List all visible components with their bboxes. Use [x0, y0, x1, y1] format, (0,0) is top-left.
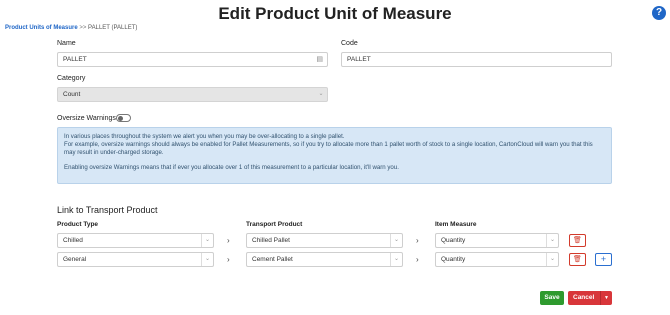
name-field[interactable]: PALLET ▤ [57, 52, 328, 67]
product-type-value: Chilled [63, 237, 83, 244]
page-title: Edit Product Unit of Measure [218, 4, 452, 23]
product-type-select[interactable]: General ⌄ [57, 252, 214, 267]
item-measure-value: Quantity [441, 237, 466, 244]
transport-product-value: Cement Pallet [252, 256, 293, 263]
chevron-right-icon: › [416, 236, 419, 245]
breadcrumb-separator: >> [79, 25, 87, 31]
save-button[interactable]: Save [540, 291, 564, 305]
oversize-toggle[interactable] [116, 114, 131, 122]
cancel-label: Cancel [573, 294, 595, 301]
name-label: Name [57, 40, 76, 47]
item-measure-select[interactable]: Quantity ⌄ [435, 252, 559, 267]
add-row-button[interactable]: + [595, 253, 612, 266]
toggle-knob [118, 115, 123, 121]
delete-row-button[interactable]: 🗑 [569, 234, 586, 247]
caret-down-icon[interactable]: ▼ [600, 291, 612, 305]
breadcrumb-link[interactable]: Product Units of Measure [5, 25, 78, 31]
breadcrumb: Product Units of Measure >> PALLET (PALL… [5, 25, 137, 31]
section-title: Link to Transport Product [57, 205, 158, 215]
contact-card-icon: ▤ [316, 56, 323, 63]
info-line-2: For example, oversize warnings should al… [64, 141, 593, 157]
code-field[interactable]: PALLET [341, 52, 612, 67]
help-icon[interactable]: ? [652, 6, 666, 20]
chevron-down-icon: ⌄ [546, 253, 558, 266]
category-value: Count [63, 91, 81, 98]
info-line-3: Enabling oversize Warnings means that if… [64, 163, 399, 171]
cancel-button[interactable]: Cancel ▼ [568, 291, 612, 305]
chevron-down-icon: ⌄ [390, 253, 402, 266]
code-value: PALLET [347, 56, 371, 63]
chevron-right-icon: › [416, 255, 419, 264]
transport-product-select[interactable]: Chilled Pallet ⌄ [246, 233, 403, 248]
chevron-down-icon: ⌄ [318, 91, 324, 97]
chevron-down-icon: ⌄ [201, 234, 213, 247]
chevron-down-icon: ⌄ [201, 253, 213, 266]
oversize-label: Oversize Warnings [57, 115, 116, 122]
category-select[interactable]: Count ⌄ [57, 87, 328, 102]
name-value: PALLET [63, 56, 87, 63]
category-label: Category [57, 75, 86, 82]
product-type-value: General [63, 256, 87, 263]
info-line-1: In various places throughout the system … [64, 133, 345, 140]
col-product-type: Product Type [57, 221, 99, 228]
chevron-right-icon: › [227, 255, 230, 264]
breadcrumb-current: PALLET (PALLET) [88, 25, 138, 31]
item-measure-value: Quantity [441, 256, 466, 263]
transport-product-value: Chilled Pallet [252, 237, 290, 244]
col-item-measure: Item Measure [435, 221, 477, 228]
info-box: In various places throughout the system … [57, 127, 612, 184]
chevron-down-icon: ⌄ [390, 234, 402, 247]
chevron-down-icon: ⌄ [546, 234, 558, 247]
chevron-right-icon: › [227, 236, 230, 245]
item-measure-select[interactable]: Quantity ⌄ [435, 233, 559, 248]
col-transport-product: Transport Product [246, 221, 303, 228]
transport-product-select[interactable]: Cement Pallet ⌄ [246, 252, 403, 267]
code-label: Code [341, 40, 358, 47]
delete-row-button[interactable]: 🗑 [569, 253, 586, 266]
product-type-select[interactable]: Chilled ⌄ [57, 233, 214, 248]
